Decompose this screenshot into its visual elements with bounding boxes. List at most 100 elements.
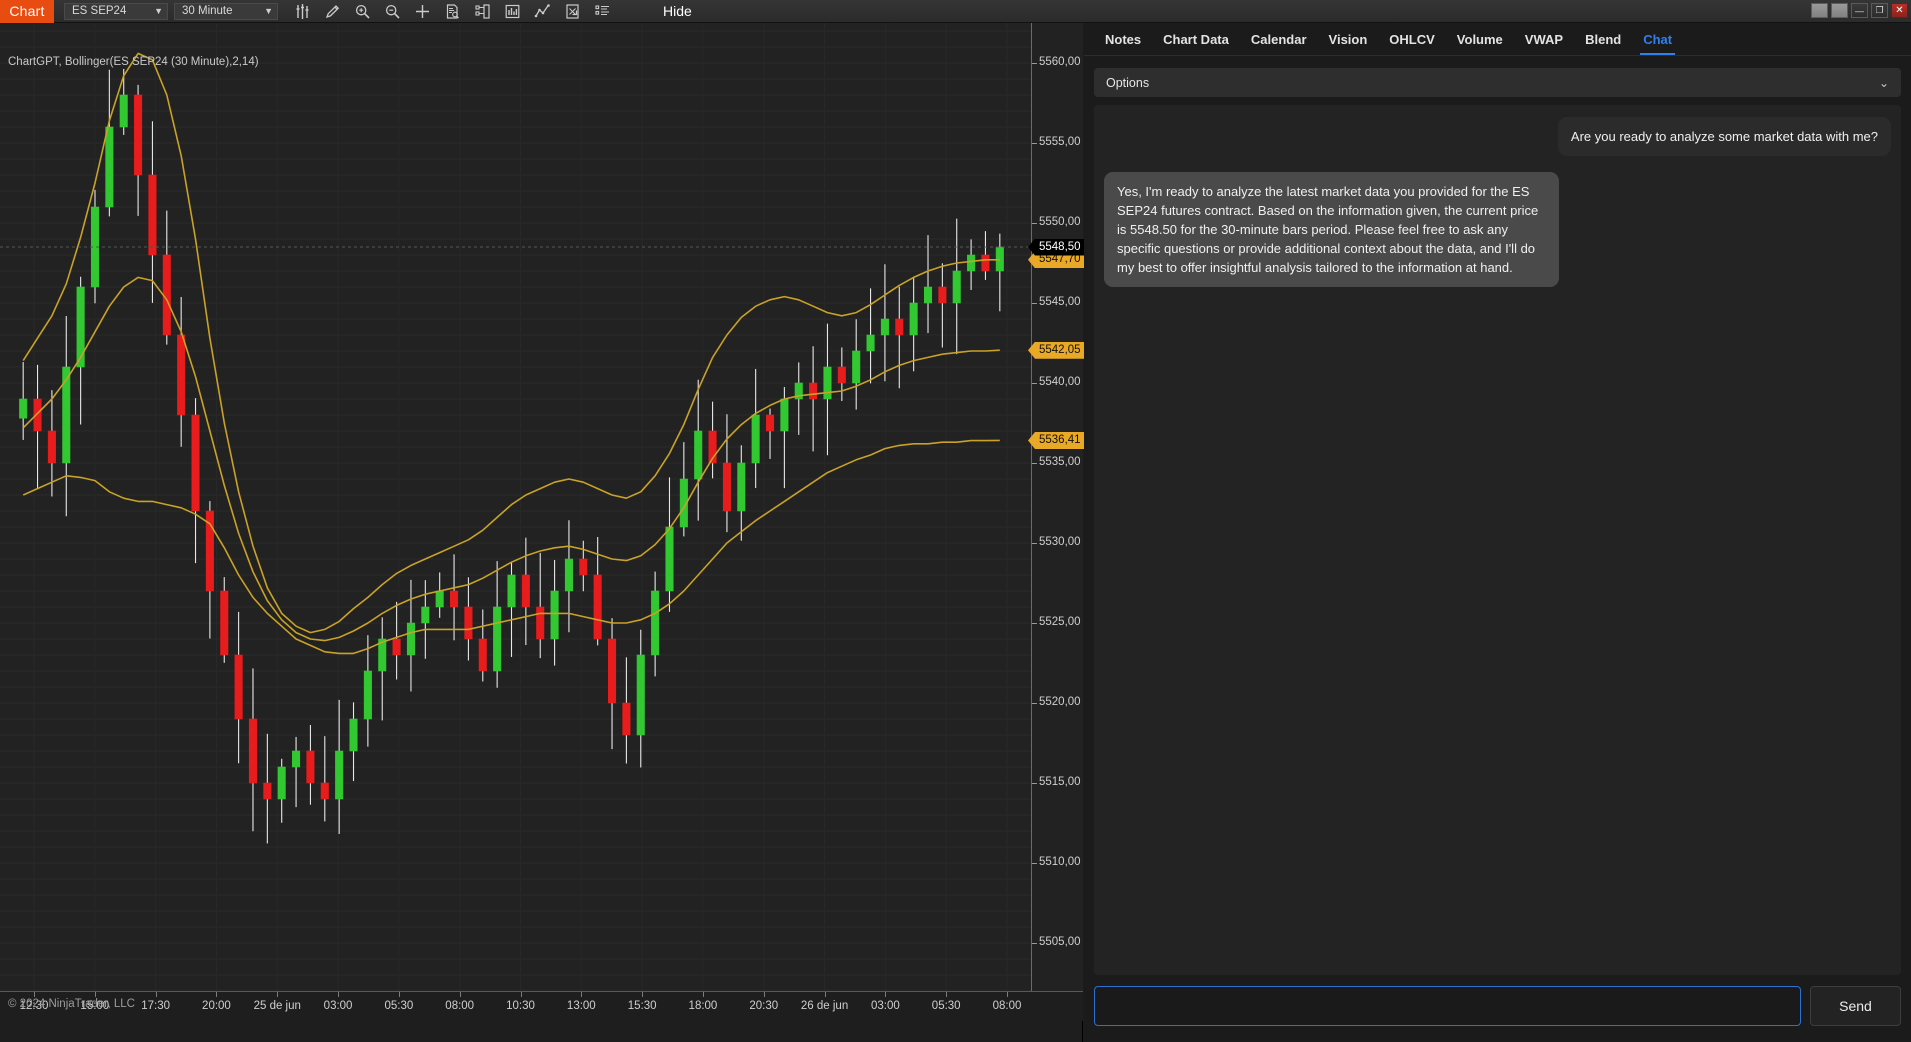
- time-axis-tick-label: 25 de jun: [254, 1000, 301, 1012]
- chevron-down-icon: ▼: [154, 6, 163, 16]
- time-axis-tick-label: 05:30: [932, 1000, 961, 1012]
- chart-plot[interactable]: [0, 23, 1031, 991]
- price-axis-tick: 5505,00: [1032, 936, 1081, 948]
- tick-mark: [1032, 143, 1037, 144]
- side-panel: NotesChart DataCalendarVisionOHLCVVolume…: [1084, 23, 1911, 1042]
- price-axis-tick-label: 5550,00: [1039, 216, 1081, 228]
- tick-mark: [1032, 543, 1037, 544]
- time-axis-tick-label: 03:00: [324, 1000, 353, 1012]
- time-axis-tick-label: 26 de jun: [801, 1000, 848, 1012]
- tab-chat[interactable]: Chat: [1632, 23, 1683, 55]
- toolbar-icon-group: [294, 3, 611, 20]
- bar-type-icon[interactable]: [294, 3, 311, 20]
- toolbar: Chart ES SEP24 ▼ 30 Minute ▼ Hide —: [0, 0, 1911, 23]
- zoom-out-icon[interactable]: [384, 3, 401, 20]
- chart-app-badge[interactable]: Chart: [0, 0, 54, 23]
- tick-mark: [1032, 703, 1037, 704]
- bollinger-lower-tag: 5536,41: [1028, 432, 1084, 449]
- time-axis-tick-label: 20:00: [202, 1000, 231, 1012]
- time-axis-tick-mark: [1007, 992, 1008, 997]
- price-axis-tick: 5530,00: [1032, 536, 1081, 548]
- chat-input[interactable]: [1094, 986, 1801, 1026]
- time-axis-tick-mark: [34, 992, 35, 997]
- strategy-icon[interactable]: [564, 3, 581, 20]
- time-axis[interactable]: 12:3015:0017:3020:0025 de jun03:0005:300…: [0, 991, 1083, 1021]
- time-axis-tick-label: 03:00: [871, 1000, 900, 1012]
- options-dropdown[interactable]: Options ⌄: [1094, 68, 1901, 97]
- time-axis-tick-mark: [399, 992, 400, 997]
- line-chart-icon[interactable]: [534, 3, 551, 20]
- price-axis-tick: 5560,00: [1032, 56, 1081, 68]
- tab-vision[interactable]: Vision: [1318, 23, 1379, 55]
- price-axis-tick: 5520,00: [1032, 696, 1081, 708]
- time-axis-tick-label: 13:00: [567, 1000, 596, 1012]
- close-button[interactable]: ✕: [1891, 3, 1908, 18]
- chevron-down-icon: ⌄: [1879, 76, 1889, 90]
- properties-list-icon[interactable]: [594, 3, 611, 20]
- price-axis-tick: 5510,00: [1032, 856, 1081, 868]
- tab-vwap[interactable]: VWAP: [1514, 23, 1574, 55]
- options-label: Options: [1106, 76, 1879, 90]
- price-axis-tick: 5545,00: [1032, 296, 1081, 308]
- instrument-select[interactable]: ES SEP24 ▼: [64, 3, 168, 20]
- window-controls: — ❐ ✕: [1811, 3, 1908, 18]
- time-axis-tick-mark: [95, 992, 96, 997]
- time-axis-tick-mark: [642, 992, 643, 997]
- drawing-pencil-icon[interactable]: [324, 3, 341, 20]
- last-price-tag: 5548,50: [1028, 239, 1084, 256]
- restore-button[interactable]: ❐: [1871, 3, 1888, 18]
- zoom-in-icon[interactable]: [354, 3, 371, 20]
- tab-notes[interactable]: Notes: [1094, 23, 1152, 55]
- bollinger-middle-tag: 5542,05: [1028, 342, 1084, 359]
- chevron-down-icon: ▼: [264, 6, 273, 16]
- tab-calendar[interactable]: Calendar: [1240, 23, 1318, 55]
- tab-blend[interactable]: Blend: [1574, 23, 1632, 55]
- price-axis-tick: 5540,00: [1032, 376, 1081, 388]
- tick-mark: [1032, 383, 1037, 384]
- tick-mark: [1032, 463, 1037, 464]
- time-axis-tick-mark: [156, 992, 157, 997]
- price-axis-tick: 5550,00: [1032, 216, 1081, 228]
- price-axis-tick: 5535,00: [1032, 456, 1081, 468]
- tick-mark: [1032, 623, 1037, 624]
- time-axis-tick-label: 18:00: [689, 1000, 718, 1012]
- price-axis-tick-label: 5530,00: [1039, 536, 1081, 548]
- price-axis-tick-label: 5520,00: [1039, 696, 1081, 708]
- tick-mark: [1032, 863, 1037, 864]
- candlestick-plot-svg: [0, 23, 1031, 991]
- blank-button-2[interactable]: [1831, 3, 1848, 18]
- tick-mark: [1032, 223, 1037, 224]
- ninjatrader-chart-window: Chart ES SEP24 ▼ 30 Minute ▼ Hide —: [0, 0, 1911, 1042]
- price-axis-tick: 5515,00: [1032, 776, 1081, 788]
- time-axis-tick-label: 15:30: [628, 1000, 657, 1012]
- price-axis-tick-label: 5535,00: [1039, 456, 1081, 468]
- price-axis-tick-label: 5560,00: [1039, 56, 1081, 68]
- crosshair-icon[interactable]: [414, 3, 431, 20]
- organize-panels-icon[interactable]: [474, 3, 491, 20]
- tab-chart-data[interactable]: Chart Data: [1152, 23, 1240, 55]
- price-axis[interactable]: 5560,005555,005550,005545,005540,005535,…: [1031, 23, 1083, 991]
- price-axis-tick-label: 5545,00: [1039, 296, 1081, 308]
- time-axis-tick-label: 20:30: [749, 1000, 778, 1012]
- chat-composer: Send: [1094, 986, 1901, 1026]
- data-box-icon[interactable]: [444, 3, 461, 20]
- price-axis-tick: 5525,00: [1032, 616, 1081, 628]
- time-axis-tick-mark: [460, 992, 461, 997]
- interval-select[interactable]: 30 Minute ▼: [174, 3, 278, 20]
- tab-volume[interactable]: Volume: [1446, 23, 1514, 55]
- send-button[interactable]: Send: [1810, 986, 1901, 1026]
- blank-button-1[interactable]: [1811, 3, 1828, 18]
- time-axis-tick-label: 10:30: [506, 1000, 535, 1012]
- interval-select-value: 30 Minute: [182, 5, 256, 17]
- time-axis-tick-mark: [277, 992, 278, 997]
- time-axis-tick-mark: [703, 992, 704, 997]
- time-axis-tick-label: 08:00: [993, 1000, 1022, 1012]
- chart-copyright: © 2024 NinjaTrader, LLC: [8, 998, 135, 1010]
- time-axis-tick-label: 05:30: [384, 1000, 413, 1012]
- tick-mark: [1032, 303, 1037, 304]
- indicator-histogram-icon[interactable]: [504, 3, 521, 20]
- hide-panel-button[interactable]: Hide: [663, 3, 692, 19]
- tab-ohlcv[interactable]: OHLCV: [1378, 23, 1446, 55]
- minimize-button[interactable]: —: [1851, 3, 1868, 18]
- chat-message-list[interactable]: Are you ready to analyze some market dat…: [1094, 105, 1901, 975]
